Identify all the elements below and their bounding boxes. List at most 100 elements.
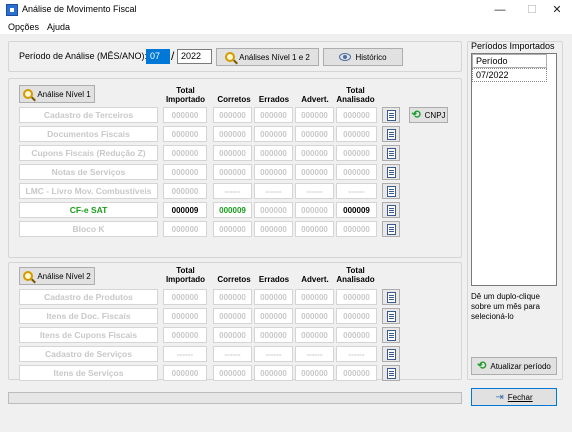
nivel2-button-label: Análise Nível 2 <box>37 271 91 281</box>
atualizar-periodo-button[interactable]: ⟲ Atualizar período <box>471 357 557 375</box>
table-cell: 000000 <box>163 365 207 381</box>
table-cell: 000000 <box>336 365 377 381</box>
row-label[interactable]: Cadastro de Terceiros <box>19 107 158 123</box>
list-item[interactable]: 07/2022 <box>472 68 547 82</box>
row-label[interactable]: LMC - Livro Mov. Combustíveis <box>19 183 158 199</box>
row-label[interactable]: Cadastro de Serviços <box>19 346 158 362</box>
table-cell: 000000 <box>295 164 334 180</box>
row-label[interactable]: Cadastro de Produtos <box>19 289 158 305</box>
table-cell: 000000 <box>295 126 334 142</box>
refresh-icon: ⟲ <box>411 109 421 121</box>
header-advert: Advert. <box>301 275 329 284</box>
table-cell: 000000 <box>213 327 252 343</box>
header-total-analisado: Total Analisado <box>336 266 375 284</box>
header-total-importado: Total Importado <box>165 266 206 284</box>
table-cell: 000000 <box>295 327 334 343</box>
menu-opcoes[interactable]: Opções <box>8 22 39 32</box>
report-button[interactable] <box>382 289 400 305</box>
menu-ajuda[interactable]: Ajuda <box>47 22 70 32</box>
table-cell: 000000 <box>213 221 252 237</box>
table-cell: 000000 <box>163 289 207 305</box>
analise-nivel-1-button[interactable]: Análise Nível 1 <box>19 85 95 103</box>
row-label[interactable]: Itens de Doc. Fiscais <box>19 308 158 324</box>
table-cell: ------ <box>336 183 377 199</box>
menu-bar <box>0 20 572 34</box>
report-icon <box>386 367 396 379</box>
table-cell: 000000 <box>254 126 293 142</box>
report-icon <box>386 310 396 322</box>
table-cell: ------ <box>254 183 293 199</box>
table-cell: 000000 <box>295 107 334 123</box>
header-advert: Advert. <box>301 95 329 104</box>
row-label[interactable]: Documentos Fiscais <box>19 126 158 142</box>
table-cell: 000000 <box>254 365 293 381</box>
table-cell: ------ <box>295 183 334 199</box>
table-cell: 000000 <box>295 365 334 381</box>
cnpj-button-label: CNPJ <box>424 110 446 120</box>
header-errados: Errados <box>258 275 290 284</box>
table-cell: 000000 <box>163 221 207 237</box>
report-button[interactable] <box>382 221 400 237</box>
table-cell: 000000 <box>163 107 207 123</box>
table-cell: 000000 <box>295 202 334 218</box>
table-cell: 000000 <box>254 221 293 237</box>
historico-button[interactable]: Histórico <box>323 48 403 66</box>
table-cell: 000000 <box>163 183 207 199</box>
header-total-importado: Total Importado <box>165 86 206 104</box>
report-button[interactable] <box>382 164 400 180</box>
table-cell: 000000 <box>295 308 334 324</box>
report-button[interactable] <box>382 346 400 362</box>
report-button[interactable] <box>382 202 400 218</box>
fechar-button-label: Fechar <box>507 392 533 402</box>
app-icon <box>6 4 18 16</box>
table-cell: 000000 <box>254 327 293 343</box>
table-cell: 000000 <box>336 308 377 324</box>
table-cell: 000000 <box>213 365 252 381</box>
report-icon <box>386 329 396 341</box>
table-cell: 000000 <box>213 126 252 142</box>
table-cell: 000000 <box>295 221 334 237</box>
table-cell: 000000 <box>336 107 377 123</box>
row-label[interactable]: Itens de Cupons Fiscais <box>19 327 158 343</box>
minimize-button[interactable]: — <box>485 0 515 20</box>
magnifier-icon <box>225 52 236 62</box>
table-cell: 000000 <box>254 308 293 324</box>
fechar-button[interactable]: ⇥ Fechar <box>471 388 557 406</box>
table-cell: 000009 <box>213 202 252 218</box>
table-cell: 000000 <box>336 126 377 142</box>
table-cell: ------ <box>213 183 252 199</box>
analise-nivel-2-button[interactable]: Análise Nível 2 <box>19 267 95 285</box>
table-cell: 000000 <box>336 145 377 161</box>
year-field[interactable]: 2022 <box>177 49 212 64</box>
cnpj-button[interactable]: ⟲ CNPJ <box>409 107 448 123</box>
row-label[interactable]: Bloco K <box>19 221 158 237</box>
header-total-analisado: Total Analisado <box>336 86 375 104</box>
table-cell: ------ <box>213 346 252 362</box>
periodos-list[interactable]: Período 07/2022 <box>471 53 557 286</box>
row-label[interactable]: Cupons Fiscais (Redução Z) <box>19 145 158 161</box>
periodos-column-header[interactable]: Período <box>472 54 547 68</box>
progress-bar <box>8 392 462 404</box>
report-icon <box>386 128 396 140</box>
row-label[interactable]: Notas de Serviços <box>19 164 158 180</box>
table-cell: 000000 <box>295 145 334 161</box>
periodos-hint: Dê um duplo-clique sobre um mês para sel… <box>471 292 540 321</box>
report-button[interactable] <box>382 145 400 161</box>
report-button[interactable] <box>382 308 400 324</box>
row-label[interactable]: Itens de Serviços <box>19 365 158 381</box>
report-button[interactable] <box>382 327 400 343</box>
close-button[interactable]: ✕ <box>542 0 572 20</box>
table-cell: 000000 <box>336 164 377 180</box>
report-button[interactable] <box>382 107 400 123</box>
analises-nivel-1-2-button[interactable]: Análises Nível 1 e 2 <box>216 48 319 66</box>
table-cell: 000000 <box>213 308 252 324</box>
report-button[interactable] <box>382 126 400 142</box>
report-icon <box>386 147 396 159</box>
atualizar-button-label: Atualizar período <box>490 361 551 371</box>
row-label[interactable]: CF-e SAT <box>19 202 158 218</box>
table-cell: 000000 <box>163 164 207 180</box>
header-errados: Errados <box>258 95 290 104</box>
report-button[interactable] <box>382 365 400 381</box>
month-field[interactable]: 07 <box>146 49 170 64</box>
report-button[interactable] <box>382 183 400 199</box>
